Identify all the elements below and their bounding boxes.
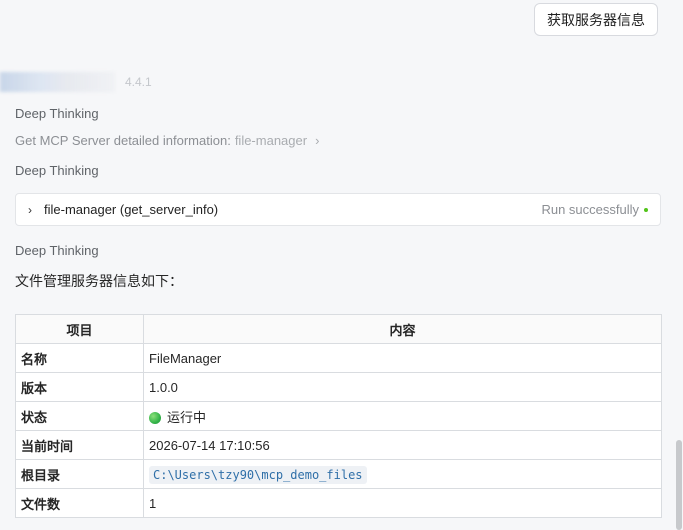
green-circle-icon xyxy=(149,411,161,424)
table-cell-key: 版本 xyxy=(15,372,144,402)
table-row: 版本 1.0.0 xyxy=(15,372,662,402)
table-cell-key: 名称 xyxy=(15,343,144,373)
tool-call-card[interactable]: › file-manager (get_server_info) Run suc… xyxy=(15,193,661,226)
scrollbar-thumb[interactable] xyxy=(676,440,682,530)
server-info-table: 项目 内容 名称 FileManager 版本 1.0.0 状态 运行中 当前时… xyxy=(15,314,662,518)
mcp-server-detail-link[interactable]: Get MCP Server detailed information: fil… xyxy=(15,133,319,148)
table-header-content: 内容 xyxy=(143,314,662,344)
table-row: 根目录 C:\Users\tzy90\mcp_demo_files xyxy=(15,459,662,489)
model-version: 4.4.1 xyxy=(125,75,152,89)
success-dot-icon xyxy=(644,207,648,212)
table-cell-value: 运行中 xyxy=(143,401,662,431)
table-cell-value: 1 xyxy=(143,488,662,518)
tool-call-status-text: Run successfully xyxy=(541,202,639,217)
vertical-scrollbar[interactable] xyxy=(675,0,683,530)
chevron-right-icon[interactable]: › xyxy=(28,203,42,217)
mcp-server-name: file-manager xyxy=(234,133,308,148)
table-cell-value: 1.0.0 xyxy=(143,372,662,402)
table-cell-key: 文件数 xyxy=(15,488,144,518)
table-cell-value: C:\Users\tzy90\mcp_demo_files xyxy=(143,459,662,489)
model-avatar-blurred xyxy=(0,72,115,92)
table-row: 当前时间 2026-07-14 17:10:56 xyxy=(15,430,662,460)
table-row: 名称 FileManager xyxy=(15,343,662,373)
table-header-item: 项目 xyxy=(15,314,144,344)
table-row: 文件数 1 xyxy=(15,488,662,518)
get-server-info-button[interactable]: 获取服务器信息 xyxy=(534,3,658,36)
deep-thinking-label[interactable]: Deep Thinking xyxy=(15,163,99,178)
status-text: 运行中 xyxy=(167,409,207,425)
table-cell-key: 当前时间 xyxy=(15,430,144,460)
answer-lead-text: 文件管理服务器信息如下： xyxy=(15,273,183,289)
model-header: 4.4.1 xyxy=(0,72,152,92)
chevron-right-icon: › xyxy=(315,133,320,148)
tool-call-name: file-manager (get_server_info) xyxy=(44,202,219,217)
table-row: 状态 运行中 xyxy=(15,401,662,431)
tool-call-status: Run successfully xyxy=(541,202,648,217)
deep-thinking-label[interactable]: Deep Thinking xyxy=(15,243,99,258)
table-cell-value: FileManager xyxy=(143,343,662,373)
table-cell-value: 2026-07-14 17:10:56 xyxy=(143,430,662,460)
table-header-row: 项目 内容 xyxy=(15,314,662,344)
root-dir-path: C:\Users\tzy90\mcp_demo_files xyxy=(149,465,367,484)
table-cell-key: 根目录 xyxy=(15,459,144,489)
table-cell-key: 状态 xyxy=(15,401,144,431)
deep-thinking-label[interactable]: Deep Thinking xyxy=(15,106,99,121)
mcp-detail-text: Get MCP Server detailed information: xyxy=(15,133,231,148)
